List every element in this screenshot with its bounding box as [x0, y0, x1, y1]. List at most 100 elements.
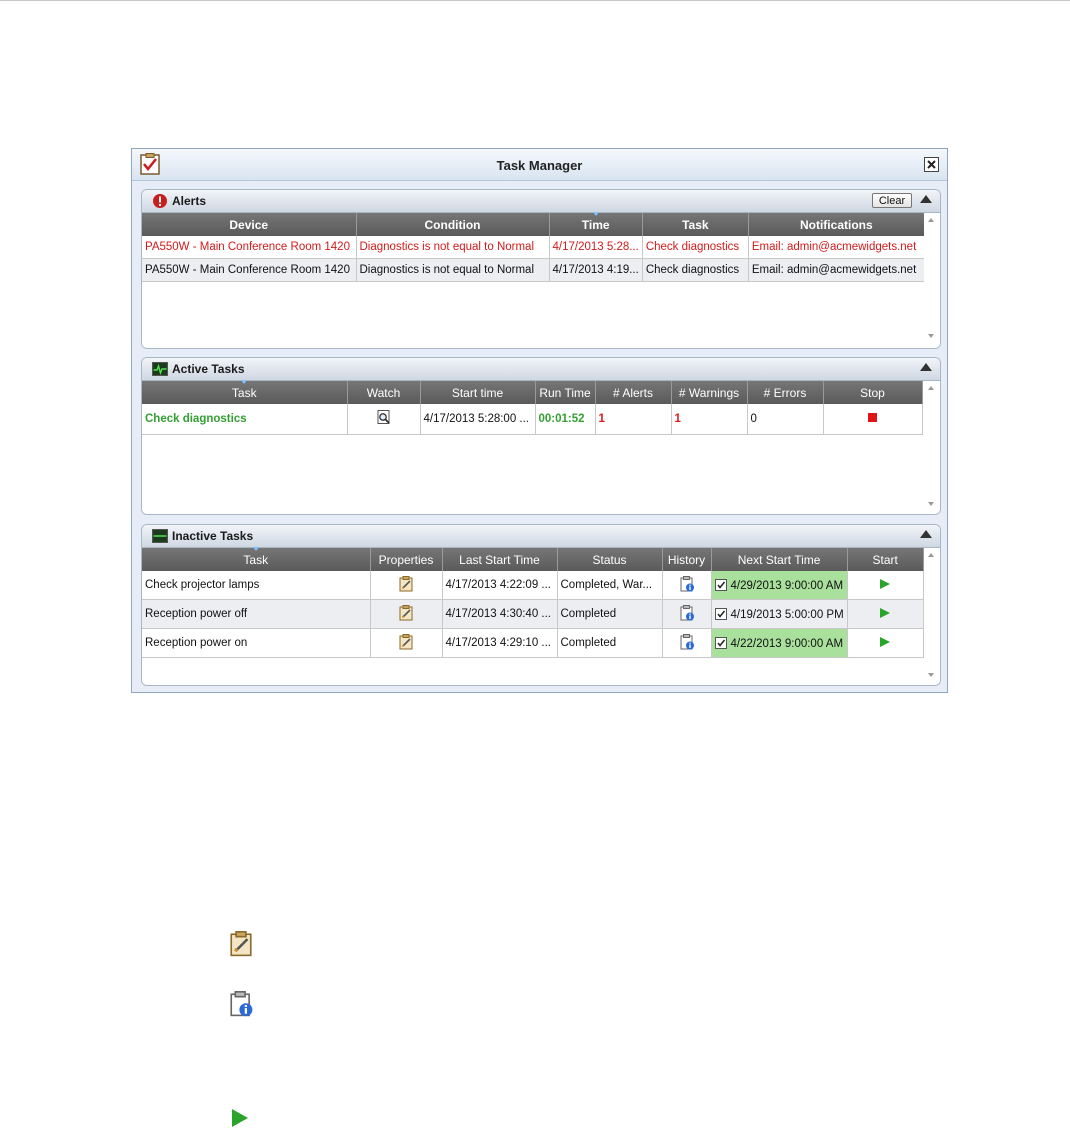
active-tasks-panel: Active Tasks Task Watch Start time Run T…: [141, 357, 941, 515]
cell-history[interactable]: [662, 628, 712, 658]
cell-task: Check diagnostics: [142, 404, 348, 435]
checkmark-icon: [716, 639, 725, 647]
column-header-device[interactable]: Device: [142, 213, 357, 236]
cell-properties[interactable]: [370, 599, 443, 629]
next-start-value: 4/22/2013 9:00:00 AM: [730, 637, 844, 650]
scroll-up-arrow-icon[interactable]: [928, 386, 934, 390]
column-header-properties[interactable]: Properties: [370, 548, 443, 571]
magnifier-icon[interactable]: [376, 409, 392, 425]
table-row[interactable]: Check diagnostics 4/17/2013 5:28:00 ... …: [142, 404, 923, 435]
column-header-warnings[interactable]: # Warnings: [671, 381, 748, 404]
column-header-task[interactable]: Task: [642, 213, 749, 236]
close-button[interactable]: [924, 157, 939, 172]
column-header-time[interactable]: Time: [549, 212, 643, 236]
collapse-alerts-button[interactable]: [920, 195, 932, 203]
column-header-run-time[interactable]: Run Time: [535, 381, 596, 404]
column-header-stop[interactable]: Stop: [823, 381, 923, 404]
cell-start[interactable]: [847, 571, 924, 600]
clipboard-info-icon[interactable]: [679, 575, 695, 592]
next-start-checkbox[interactable]: [714, 607, 727, 620]
play-icon[interactable]: [880, 607, 891, 618]
scroll-up-arrow-icon[interactable]: [928, 553, 934, 557]
task-manager-window: Task Manager Alerts Clear Device Conditi…: [131, 148, 948, 693]
clipboard-info-icon[interactable]: [679, 604, 695, 621]
column-header-errors[interactable]: # Errors: [747, 381, 824, 404]
sort-indicator-icon: [252, 547, 259, 551]
cell-time: 4/17/2013 5:28...: [549, 236, 643, 259]
checkmark-icon: [716, 610, 725, 618]
cell-next-start-time[interactable]: 4/29/2013 9:00:00 AM: [711, 571, 848, 600]
active-tasks-scrollbar[interactable]: [924, 381, 940, 511]
clipboard-edit-icon[interactable]: [398, 633, 414, 650]
alerts-title: Alerts: [172, 194, 207, 208]
play-icon[interactable]: [880, 578, 891, 589]
cell-warnings: 1: [671, 404, 748, 435]
column-header-start[interactable]: Start: [847, 548, 924, 571]
cell-next-start-time[interactable]: 4/22/2013 9:00:00 AM: [711, 628, 848, 658]
clipboard-edit-icon[interactable]: [398, 604, 414, 621]
cell-start[interactable]: [847, 599, 924, 629]
table-row[interactable]: Reception power on 4/17/2013 4:29:10 ...…: [142, 628, 924, 658]
alerts-table: Device Condition Time Task Notifications…: [142, 212, 925, 282]
column-header-next-start-time[interactable]: Next Start Time: [711, 548, 848, 571]
active-tasks-body: Task Watch Start time Run Time # Alerts …: [142, 380, 940, 514]
column-header-alerts[interactable]: # Alerts: [595, 381, 672, 404]
alerts-scrollbar[interactable]: [924, 213, 940, 343]
table-row[interactable]: Check projector lamps 4/17/2013 4:22:09 …: [142, 571, 924, 600]
cell-history[interactable]: [662, 571, 712, 600]
cell-condition: Diagnostics is not equal to Normal: [356, 258, 550, 282]
scroll-down-arrow-icon[interactable]: [928, 673, 934, 677]
column-header-watch[interactable]: Watch: [347, 381, 421, 404]
clipboard-info-icon[interactable]: [679, 633, 695, 650]
top-divider: [0, 0, 1070, 1]
cell-watch[interactable]: [347, 404, 421, 435]
column-header-status[interactable]: Status: [557, 548, 663, 571]
table-row[interactable]: PA550W - Main Conference Room 1420 Diagn…: [142, 236, 925, 259]
play-icon[interactable]: [880, 636, 891, 647]
active-tasks-table: Task Watch Start time Run Time # Alerts …: [142, 380, 923, 435]
cell-device: PA550W - Main Conference Room 1420: [142, 236, 357, 259]
column-header-last-start-time[interactable]: Last Start Time: [442, 548, 558, 571]
collapse-inactive-tasks-button[interactable]: [920, 530, 932, 538]
sort-indicator-icon: [241, 380, 248, 384]
cell-history[interactable]: [662, 599, 712, 629]
cell-properties[interactable]: [370, 571, 443, 600]
clipboard-edit-icon[interactable]: [398, 575, 414, 592]
cell-stop[interactable]: [823, 404, 923, 435]
cell-start[interactable]: [847, 628, 924, 658]
active-tasks-header[interactable]: Active Tasks: [142, 358, 940, 381]
column-header-task[interactable]: Task: [142, 547, 371, 571]
column-header-history[interactable]: History: [662, 548, 712, 571]
inactive-tasks-scrollbar[interactable]: [924, 548, 940, 682]
column-header-start-time[interactable]: Start time: [420, 381, 536, 404]
title-bar[interactable]: Task Manager: [132, 149, 947, 181]
cell-task: Check diagnostics: [642, 258, 749, 282]
table-row[interactable]: PA550W - Main Conference Room 1420 Diagn…: [142, 258, 925, 282]
cell-condition: Diagnostics is not equal to Normal: [356, 236, 550, 259]
column-header-task[interactable]: Task: [142, 380, 348, 404]
inactive-tasks-header[interactable]: Inactive Tasks: [142, 525, 940, 548]
alerts-header[interactable]: Alerts Clear: [142, 190, 940, 213]
activity-monitor-icon: [152, 362, 168, 376]
scroll-down-arrow-icon[interactable]: [928, 334, 934, 338]
next-start-checkbox[interactable]: [714, 636, 727, 649]
clear-button[interactable]: Clear: [872, 193, 912, 208]
cell-next-start-time[interactable]: 4/19/2013 5:00:00 PM: [711, 599, 848, 629]
stop-icon[interactable]: [868, 412, 877, 422]
cell-task: Reception power on: [142, 628, 371, 658]
clipboard-edit-icon: [230, 931, 252, 957]
cell-last-start-time: 4/17/2013 4:22:09 ...: [442, 571, 558, 600]
next-start-checkbox[interactable]: [714, 578, 727, 591]
cell-notifications: Email: admin@acmewidgets.net: [748, 236, 925, 259]
window-title: Task Manager: [496, 158, 583, 173]
collapse-active-tasks-button[interactable]: [920, 363, 932, 371]
column-header-condition[interactable]: Condition: [356, 213, 550, 236]
column-header-notifications[interactable]: Notifications: [748, 213, 925, 236]
scroll-down-arrow-icon[interactable]: [928, 502, 934, 506]
scroll-up-arrow-icon[interactable]: [928, 218, 934, 222]
cell-properties[interactable]: [370, 628, 443, 658]
inactive-tasks-body: Task Properties Last Start Time Status H…: [142, 547, 940, 685]
cell-device: PA550W - Main Conference Room 1420: [142, 258, 357, 282]
table-row[interactable]: Reception power off 4/17/2013 4:30:40 ..…: [142, 599, 924, 629]
cell-start-time: 4/17/2013 5:28:00 ...: [420, 404, 536, 435]
